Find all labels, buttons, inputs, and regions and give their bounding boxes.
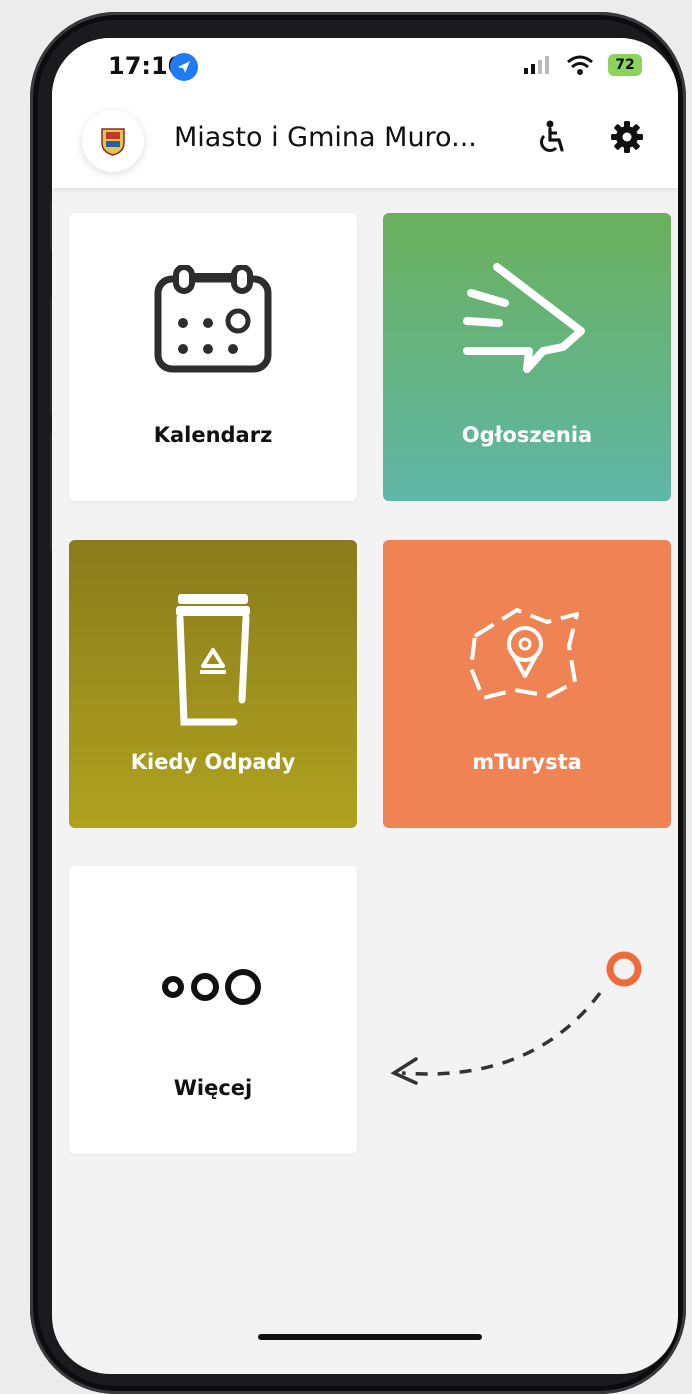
app-header: Miasto i Gmina Muro... (52, 98, 678, 188)
wifi-icon (567, 55, 593, 75)
home-indicator[interactable] (258, 1334, 482, 1340)
coat-of-arms-icon (101, 128, 125, 156)
map-pin-icon (469, 608, 579, 700)
signal-icon (524, 56, 549, 74)
settings-gear-icon[interactable] (610, 120, 644, 158)
tile-wiecej[interactable]: Więcej (69, 866, 357, 1154)
more-dots-icon (162, 969, 261, 1005)
tile-label: mTurysta (472, 750, 582, 774)
page-title: Miasto i Gmina Muro... (174, 122, 477, 153)
megaphone-icon (463, 263, 585, 373)
tile-kiedy-odpady[interactable]: Kiedy Odpady (69, 540, 357, 828)
tile-mturysta[interactable]: mTurysta (383, 540, 671, 828)
status-bar: 17:10 72 (52, 38, 678, 98)
municipality-logo[interactable] (82, 110, 144, 172)
tile-kalendarz[interactable]: Kalendarz (69, 213, 357, 501)
app-screen: 17:10 72 Miasto i Gmina Muro... Kalendar… (52, 38, 678, 1374)
recycle-bin-icon (176, 594, 250, 726)
tile-ogloszenia[interactable]: Ogłoszenia (383, 213, 671, 501)
tile-label: Kalendarz (153, 423, 273, 447)
battery-indicator: 72 (608, 54, 642, 76)
accessibility-icon[interactable] (538, 120, 566, 158)
location-arrow-icon (170, 53, 198, 81)
tile-label: Ogłoszenia (461, 423, 593, 447)
tile-label: Więcej (173, 1076, 253, 1100)
tile-label: Kiedy Odpady (130, 750, 296, 774)
calendar-icon (154, 265, 272, 373)
dashed-arrow-hint (390, 951, 642, 1085)
